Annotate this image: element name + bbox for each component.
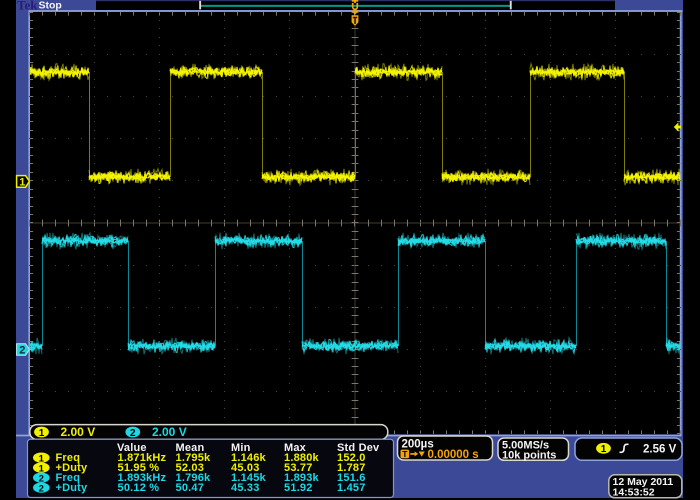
svg-text:2: 2	[19, 345, 25, 357]
svg-text:50.12 %: 50.12 %	[118, 482, 160, 494]
svg-text:2.00 V: 2.00 V	[152, 425, 187, 439]
svg-text:10k points: 10k points	[502, 450, 556, 462]
svg-text:2: 2	[39, 483, 44, 494]
svg-text:1.457: 1.457	[337, 482, 366, 494]
svg-text:14:53:52: 14:53:52	[613, 486, 655, 498]
svg-text:Stop: Stop	[39, 0, 62, 12]
svg-text:2.56 V: 2.56 V	[643, 443, 677, 455]
svg-text:Tek: Tek	[17, 0, 38, 13]
svg-text:45.33: 45.33	[231, 482, 260, 494]
svg-text:1: 1	[601, 444, 607, 455]
svg-text:0.00000 s: 0.00000 s	[428, 449, 479, 461]
svg-text:T: T	[402, 449, 408, 459]
svg-text:50.47: 50.47	[176, 482, 205, 494]
svg-text:2.00 V: 2.00 V	[61, 425, 96, 439]
svg-text:1: 1	[19, 176, 25, 188]
svg-text:+Duty: +Duty	[56, 482, 89, 494]
svg-text:1: 1	[39, 428, 45, 439]
svg-text:2: 2	[130, 428, 136, 439]
svg-text:51.92: 51.92	[284, 482, 313, 494]
